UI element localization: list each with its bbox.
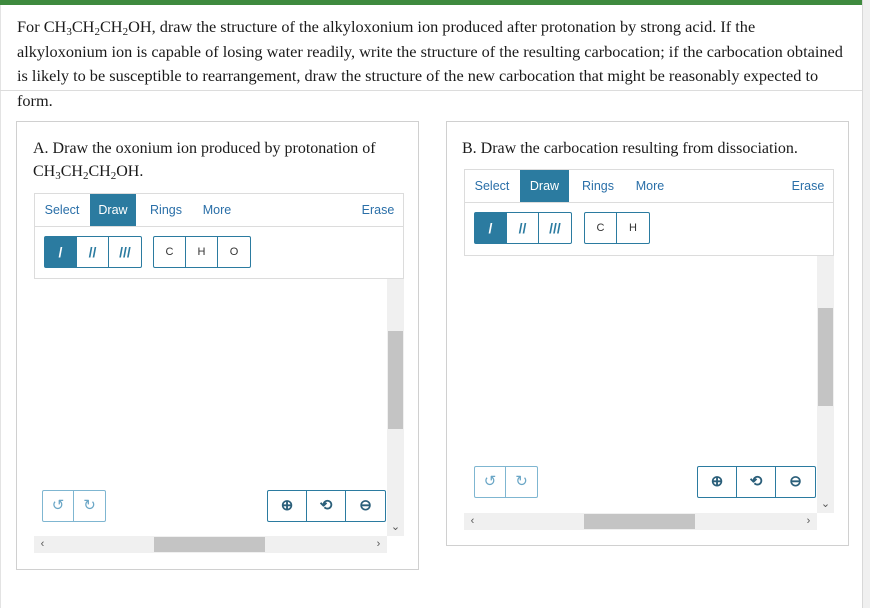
redo-icon[interactable]: ↻ [506, 467, 537, 497]
panel-a-title: A. Draw the oxonium ion produced by prot… [33, 140, 376, 182]
tab-more[interactable]: More [627, 170, 673, 202]
scroll-right-arrow[interactable]: › [800, 513, 817, 530]
atom-tools: C H O [153, 236, 251, 268]
atom-h-button[interactable]: H [617, 213, 649, 243]
tab-draw[interactable]: Draw [90, 194, 136, 226]
panel-a-hscrollbar[interactable]: ‹ › [34, 536, 387, 553]
tab-more[interactable]: More [195, 194, 239, 226]
erase-button[interactable]: Erase [783, 170, 833, 202]
question-divider [0, 90, 862, 91]
panel-a-toolbar: Select Draw Rings More Erase [34, 193, 404, 227]
panel-b-hscroll-thumb[interactable] [584, 514, 695, 529]
panel-b-vscroll-thumb[interactable] [818, 308, 833, 406]
panel-a-undo-group: ↺ ↻ [42, 490, 106, 522]
panel-b-tool-row: / // /// C H [464, 203, 834, 256]
undo-icon[interactable]: ↺ [475, 467, 506, 497]
tab-select[interactable]: Select [465, 170, 519, 202]
zoom-reset-icon[interactable]: ⟲ [307, 491, 346, 521]
tab-rings[interactable]: Rings [142, 194, 190, 226]
triple-bond-button[interactable]: /// [539, 213, 571, 243]
zoom-out-icon[interactable]: ⊖ [346, 491, 385, 521]
atom-c-button[interactable]: C [585, 213, 617, 243]
panel-b-toolbar: Select Draw Rings More Erase [464, 169, 834, 203]
undo-icon[interactable]: ↺ [43, 491, 74, 521]
bond-tools: / // /// [474, 212, 572, 244]
panel-a-vscrollbar[interactable]: ⌄ [387, 279, 404, 536]
tab-select[interactable]: Select [35, 194, 89, 226]
panel-b-hscrollbar[interactable]: ‹ › [464, 513, 817, 530]
panel-a-vscroll-thumb[interactable] [388, 331, 403, 429]
panel-a: A. Draw the oxonium ion produced by prot… [16, 121, 419, 570]
zoom-in-icon[interactable]: ⊕ [698, 467, 737, 497]
double-bond-button[interactable]: // [77, 237, 109, 267]
single-bond-button[interactable]: / [475, 213, 507, 243]
atom-h-button[interactable]: H [186, 237, 218, 267]
panel-a-zoom-group: ⊕ ⟲ ⊖ [267, 490, 386, 522]
redo-icon[interactable]: ↻ [74, 491, 105, 521]
single-bond-button[interactable]: / [45, 237, 77, 267]
panel-a-tool-row: / // /// C H O [34, 227, 404, 279]
panel-b: B. Draw the carbocation resulting from d… [446, 121, 849, 546]
scroll-down-arrow[interactable]: ⌄ [387, 519, 404, 536]
scroll-left-arrow[interactable]: ‹ [34, 536, 51, 553]
atom-tools: C H [584, 212, 650, 244]
bond-tools: / // /// [44, 236, 142, 268]
atom-c-button[interactable]: C [154, 237, 186, 267]
zoom-reset-icon[interactable]: ⟲ [737, 467, 776, 497]
zoom-out-icon[interactable]: ⊖ [776, 467, 815, 497]
page-scrollbar[interactable] [862, 0, 870, 608]
content-border [0, 90, 1, 608]
triple-bond-button[interactable]: /// [109, 237, 141, 267]
tab-rings[interactable]: Rings [575, 170, 621, 202]
tab-draw[interactable]: Draw [520, 170, 569, 202]
double-bond-button[interactable]: // [507, 213, 539, 243]
panel-b-vscrollbar[interactable]: ⌄ [817, 256, 834, 513]
scroll-right-arrow[interactable]: › [370, 536, 387, 553]
panel-b-title: B. Draw the carbocation resulting from d… [462, 140, 798, 157]
question-text: For CH3CH2CH2OH, draw the structure of t… [0, 5, 862, 127]
panel-b-undo-group: ↺ ↻ [474, 466, 538, 498]
erase-button[interactable]: Erase [353, 194, 403, 226]
panel-b-zoom-group: ⊕ ⟲ ⊖ [697, 466, 816, 498]
scroll-down-arrow[interactable]: ⌄ [817, 496, 834, 513]
panel-a-hscroll-thumb[interactable] [154, 537, 265, 552]
scroll-left-arrow[interactable]: ‹ [464, 513, 481, 530]
atom-o-button[interactable]: O [218, 237, 250, 267]
zoom-in-icon[interactable]: ⊕ [268, 491, 307, 521]
